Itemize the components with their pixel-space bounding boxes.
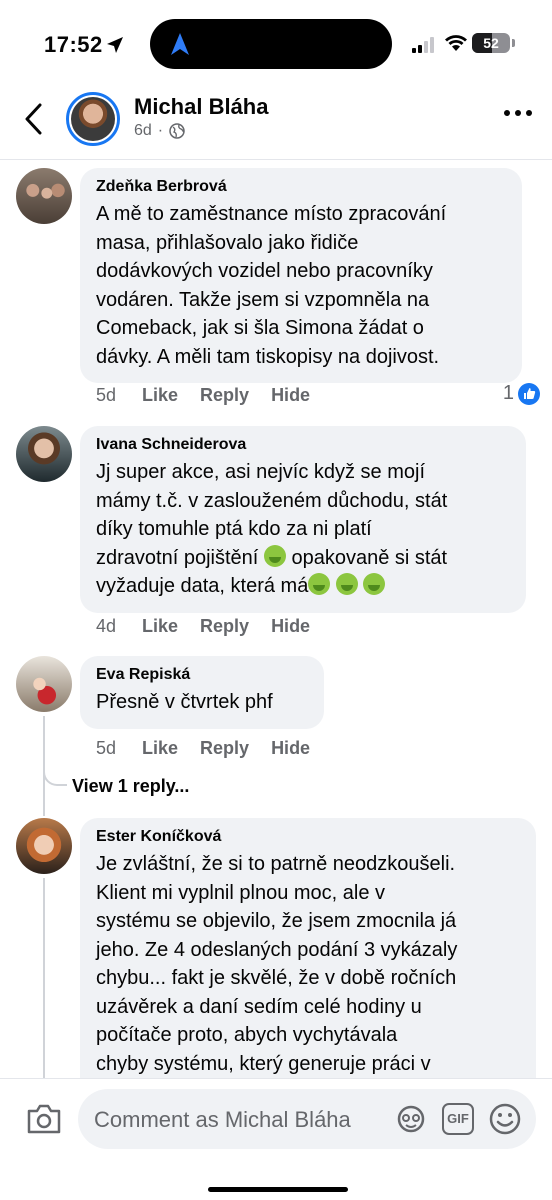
comment-line: vodáren. Takže jsem si vzpomněla na bbox=[96, 288, 430, 311]
post-age: 6d bbox=[134, 122, 152, 139]
comment-line: Comeback, jak si šla Simona žádat o bbox=[96, 317, 424, 339]
thread-line bbox=[43, 878, 45, 1078]
commenter-avatar[interactable] bbox=[16, 168, 72, 224]
like-button[interactable]: Like bbox=[142, 738, 178, 759]
comment-fragment: opakovaně si stát bbox=[291, 546, 448, 569]
nauseated-face-emoji bbox=[335, 573, 358, 595]
like-button[interactable]: Like bbox=[142, 616, 178, 637]
thread-connector bbox=[43, 766, 67, 786]
comment-text: Jj super akce, asi nejvíc když se mojí m… bbox=[96, 458, 510, 601]
comment-line: uzávěrek a daní sedím celé hodiny u bbox=[96, 995, 422, 1018]
comment-line: vyžaduje data, která má bbox=[96, 572, 510, 601]
reply-button[interactable]: Reply bbox=[200, 738, 249, 759]
home-indicator bbox=[208, 1187, 348, 1192]
comment-fragment: vyžaduje data, která má bbox=[96, 575, 309, 597]
comment-line: A mě to zaměstnance místo zpracování bbox=[96, 203, 447, 225]
nauseated-face-emoji bbox=[363, 573, 386, 595]
cellular-signal-icon bbox=[412, 37, 434, 53]
emoji-icon[interactable] bbox=[488, 1102, 522, 1136]
comment-bubble: Ivana Schneiderova Jj super akce, asi ne… bbox=[80, 426, 526, 613]
navigation-arrow-icon bbox=[171, 33, 189, 55]
comment-text: Přesně v čtvrtek phf bbox=[96, 688, 308, 717]
battery-icon: 52 bbox=[472, 33, 510, 53]
location-arrow-icon bbox=[107, 37, 123, 53]
comment-age: 5d bbox=[96, 738, 117, 758]
avatar-sticker-icon[interactable] bbox=[396, 1105, 426, 1133]
commenter-avatar[interactable] bbox=[16, 818, 72, 874]
reply-button[interactable]: Reply bbox=[200, 616, 249, 637]
comment-line: dávky. A měli tam tiskopisy na dojivost. bbox=[96, 345, 440, 368]
post-header: Michal Bláha 6d · bbox=[0, 88, 552, 160]
comment-line: díky tomuhle ptá kdo za ni platí bbox=[96, 518, 372, 540]
clock: 17:52 bbox=[44, 32, 103, 57]
commenter-avatar[interactable] bbox=[16, 656, 72, 712]
comment-line: chyby systému, který generuje práci v bbox=[96, 1052, 431, 1075]
comment-line: Přesně v čtvrtek phf bbox=[96, 691, 273, 713]
comment-bubble: Ester Koníčková Je zvláštní, že si to pa… bbox=[80, 818, 536, 1118]
author-avatar[interactable] bbox=[66, 92, 120, 146]
comment-line: Jj super akce, asi nejvíc když se mojí bbox=[96, 461, 426, 483]
nauseated-face-emoji bbox=[263, 544, 286, 567]
comment-age: 4d bbox=[96, 616, 117, 636]
commenter-avatar[interactable] bbox=[16, 426, 72, 482]
dynamic-island bbox=[150, 19, 392, 69]
comment-line: chybu... fakt je skvělé, že v době roční… bbox=[96, 967, 457, 989]
comment-line: systému se objevilo, že jsem zmocnila já bbox=[96, 910, 457, 932]
battery-percent: 52 bbox=[483, 35, 499, 51]
comment-line: jeho. Ze 4 odeslaných podání 3 vykázaly bbox=[96, 938, 458, 961]
reaction-number: 1 bbox=[502, 382, 514, 404]
post-meta: 6d · bbox=[134, 122, 185, 140]
thumbs-up-icon bbox=[518, 382, 540, 405]
reaction-count[interactable]: 1 bbox=[503, 382, 540, 405]
globe-icon bbox=[169, 123, 185, 139]
comment-line: zdravotní pojištění opakovaně si stát bbox=[96, 544, 510, 573]
nauseated-face-emoji bbox=[308, 573, 331, 595]
comment-bubble: Zdeňka Berbrová A mě to zaměstnance míst… bbox=[80, 168, 522, 383]
wifi-icon bbox=[445, 35, 467, 51]
comment-line: Je zvláštní, že si to patrně neodzkoušel… bbox=[96, 853, 456, 875]
back-chevron-icon[interactable] bbox=[20, 102, 50, 136]
more-options-icon[interactable] bbox=[504, 110, 532, 120]
comment-actions: 4d Like Reply Hide bbox=[96, 616, 332, 637]
comment-line: mámy t.č. v zaslouženém důchodu, stát bbox=[96, 489, 448, 512]
comment-bubble: Eva Repiská Přesně v čtvrtek phf bbox=[80, 656, 324, 729]
comment-actions: 5d Like Reply Hide bbox=[96, 738, 332, 759]
battery-nub bbox=[512, 39, 515, 47]
hide-button[interactable]: Hide bbox=[271, 616, 310, 637]
comment-input-placeholder: Comment as Michal Bláha bbox=[94, 1107, 351, 1132]
comment-line: Klient mi vyplnil plnou moc, ale v bbox=[96, 881, 386, 904]
comment-line: dodávkových vozidel nebo pracovníky bbox=[96, 260, 433, 282]
comment-text: Je zvláštní, že si to patrně neodzkoušel… bbox=[96, 850, 520, 1078]
camera-icon[interactable] bbox=[26, 1103, 62, 1135]
comment-actions: 5d Like Reply Hide bbox=[96, 385, 332, 406]
comment-author[interactable]: Ivana Schneiderova bbox=[96, 436, 510, 454]
comment-author[interactable]: Ester Koníčková bbox=[96, 828, 520, 846]
status-bar: 17:52 52 bbox=[0, 0, 552, 92]
comment-text: A mě to zaměstnance místo zpracování mas… bbox=[96, 200, 506, 371]
hide-button[interactable]: Hide bbox=[271, 385, 310, 406]
comment-line: masa, přihlašovalo jako řidiče bbox=[96, 231, 359, 254]
comment-age: 5d bbox=[96, 385, 117, 405]
like-button[interactable]: Like bbox=[142, 385, 178, 406]
comment-line: počítače proto, abych vychytávala bbox=[96, 1024, 398, 1046]
comment-fragment: zdravotní pojištění bbox=[96, 546, 259, 569]
comment-author[interactable]: Zdeňka Berbrová bbox=[96, 178, 506, 196]
gif-button[interactable]: GIF bbox=[442, 1103, 474, 1135]
author-name[interactable]: Michal Bláha bbox=[134, 94, 268, 120]
hide-button[interactable]: Hide bbox=[271, 738, 310, 759]
comment-input[interactable]: Comment as Michal Bláha GIF bbox=[78, 1089, 536, 1149]
reply-button[interactable]: Reply bbox=[200, 385, 249, 406]
view-replies-link[interactable]: View 1 reply... bbox=[72, 776, 189, 797]
comment-author[interactable]: Eva Repiská bbox=[96, 666, 308, 684]
comment-composer: Comment as Michal Bláha GIF bbox=[0, 1078, 552, 1200]
meta-separator: · bbox=[157, 122, 164, 139]
